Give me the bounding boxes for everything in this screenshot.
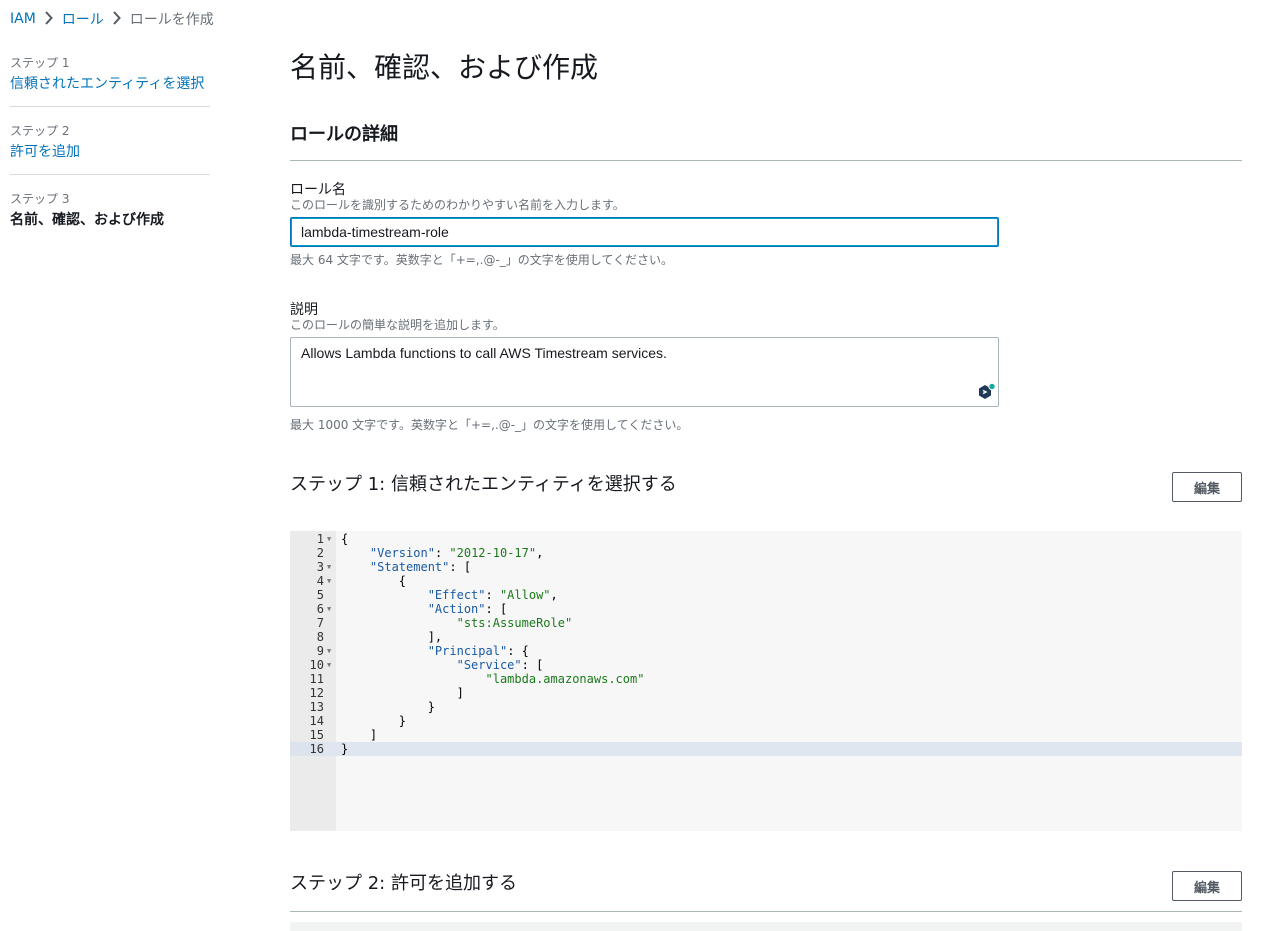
- code-text: ]: [456, 686, 464, 700]
- wizard-step-1: ステップ 1 信頼されたエンティティを選択: [10, 56, 210, 106]
- code-line[interactable]: 4 ▼ {: [290, 574, 1242, 588]
- code-line[interactable]: 11 "lambda.amazonaws.com": [290, 672, 1242, 686]
- line-number: 3: [316, 560, 324, 574]
- breadcrumb-iam-link[interactable]: IAM: [10, 11, 36, 27]
- line-number: 12: [309, 686, 324, 700]
- fold-arrow-icon[interactable]: ▼: [327, 644, 331, 658]
- code-text: }: [398, 714, 407, 728]
- code-lines: 1 ▼{2 "Version": "2012-10-17", 3 ▼ "Stateme…: [290, 531, 1242, 756]
- section-divider: [290, 160, 1242, 161]
- step-number: ステップ 3: [10, 192, 70, 206]
- code-text: "Effect": "Allow",: [427, 588, 558, 602]
- code-line[interactable]: 15 ]: [290, 728, 1242, 742]
- step-link-add-permissions[interactable]: 許可を追加: [10, 142, 210, 162]
- line-number: 10: [309, 658, 324, 672]
- line-number: 4: [316, 574, 324, 588]
- code-line[interactable]: 6 ▼ "Action": [: [290, 602, 1242, 616]
- wizard-step-2: ステップ 2 許可を追加: [10, 106, 210, 174]
- line-number: 5: [316, 588, 324, 602]
- breadcrumb-roles-link[interactable]: ロール: [62, 9, 104, 29]
- code-line[interactable]: 1 ▼ {: [290, 532, 1242, 546]
- step1-edit-button[interactable]: 編集: [1172, 472, 1242, 502]
- breadcrumb: IAM ロール ロールを作成: [10, 9, 214, 29]
- step-current-label: 名前、確認、および作成: [10, 212, 164, 228]
- code-text: "Statement": [: [369, 560, 472, 574]
- code-text: ]: [369, 728, 378, 742]
- fold-arrow-icon[interactable]: ▼: [327, 658, 331, 672]
- line-number: 14: [309, 714, 324, 728]
- chevron-right-icon: [104, 11, 130, 27]
- role-name-hint: 最大 64 文字です。英数字と「+=,.@-_」の文字を使用してください。: [290, 253, 674, 267]
- code-text: }: [341, 742, 349, 756]
- code-text: ],: [427, 630, 443, 644]
- role-name-description: このロールを識別するためのわかりやすい名前を入力します。: [290, 198, 625, 212]
- section-divider: [290, 911, 1242, 912]
- code-text: {: [398, 574, 407, 588]
- description-hint: 最大 1000 文字です。英数字と「+=,.@-_」の文字を使用してください。: [290, 418, 689, 432]
- code-text: {: [341, 532, 349, 546]
- line-number: 11: [309, 672, 324, 686]
- step-number: ステップ 2: [10, 124, 70, 138]
- grammarly-icon[interactable]: [977, 382, 997, 402]
- wizard-steps-sidebar: ステップ 1 信頼されたエンティティを選択 ステップ 2 許可を追加 ステップ …: [10, 56, 210, 242]
- code-text: "sts:AssumeRole": [456, 616, 573, 630]
- code-line[interactable]: 16}: [290, 742, 1242, 756]
- line-number: 16: [290, 742, 324, 756]
- fold-arrow-icon[interactable]: ▼: [327, 560, 331, 574]
- page-title: 名前、確認、および作成: [290, 51, 599, 84]
- code-text: "Service": [: [456, 658, 544, 672]
- line-number: 7: [316, 616, 324, 630]
- step2-review-heading: ステップ 2: 許可を追加する: [290, 873, 517, 894]
- code-line[interactable]: 12 ]: [290, 686, 1242, 700]
- fold-arrow-icon[interactable]: ▼: [327, 532, 331, 546]
- code-line[interactable]: 13 }: [290, 700, 1242, 714]
- code-line[interactable]: 10 ▼ "Service": [: [290, 658, 1242, 672]
- code-line[interactable]: 8 ],: [290, 630, 1242, 644]
- breadcrumb-current: ロールを作成: [129, 12, 214, 28]
- code-text: "Action": [: [427, 602, 508, 616]
- code-line[interactable]: 5 "Effect": "Allow",: [290, 588, 1242, 602]
- description-helper: このロールの簡単な説明を追加します。: [290, 318, 505, 332]
- step2-edit-button[interactable]: 編集: [1172, 871, 1242, 901]
- wizard-step-3: ステップ 3 名前、確認、および作成: [10, 174, 210, 242]
- line-number: 1: [316, 532, 324, 546]
- code-line[interactable]: 9 ▼ "Principal": {: [290, 644, 1242, 658]
- role-name-input[interactable]: [290, 217, 999, 247]
- step-number: ステップ 1: [10, 56, 70, 70]
- code-line[interactable]: 2 "Version": "2012-10-17",: [290, 546, 1242, 560]
- role-details-heading: ロールの詳細: [290, 124, 398, 145]
- line-number: 8: [316, 630, 324, 644]
- line-number: 13: [309, 700, 324, 714]
- code-text: "Principal": {: [427, 644, 529, 658]
- fold-arrow-icon[interactable]: ▼: [327, 602, 331, 616]
- code-text: "lambda.amazonaws.com": [485, 672, 645, 686]
- code-line[interactable]: 14 }: [290, 714, 1242, 728]
- description-textarea[interactable]: Allows Lambda functions to call AWS Time…: [290, 337, 999, 407]
- step-link-select-trusted-entity[interactable]: 信頼されたエンティティを選択: [10, 74, 210, 94]
- permissions-table-top: [290, 922, 1242, 931]
- trust-policy-editor[interactable]: 1 ▼{2 "Version": "2012-10-17", 3 ▼ "Stateme…: [290, 531, 1242, 831]
- chevron-right-icon: [36, 11, 62, 27]
- code-line[interactable]: 3 ▼ "Statement": [: [290, 560, 1242, 574]
- line-number: 9: [316, 644, 324, 658]
- code-text: }: [427, 700, 435, 714]
- code-text: "Version": "2012-10-17",: [369, 546, 544, 560]
- line-number: 15: [309, 728, 324, 742]
- line-number: 6: [316, 602, 324, 616]
- fold-arrow-icon[interactable]: ▼: [327, 574, 331, 588]
- code-line[interactable]: 7 "sts:AssumeRole": [290, 616, 1242, 630]
- step1-review-heading: ステップ 1: 信頼されたエンティティを選択する: [290, 474, 677, 495]
- line-number: 2: [316, 546, 324, 560]
